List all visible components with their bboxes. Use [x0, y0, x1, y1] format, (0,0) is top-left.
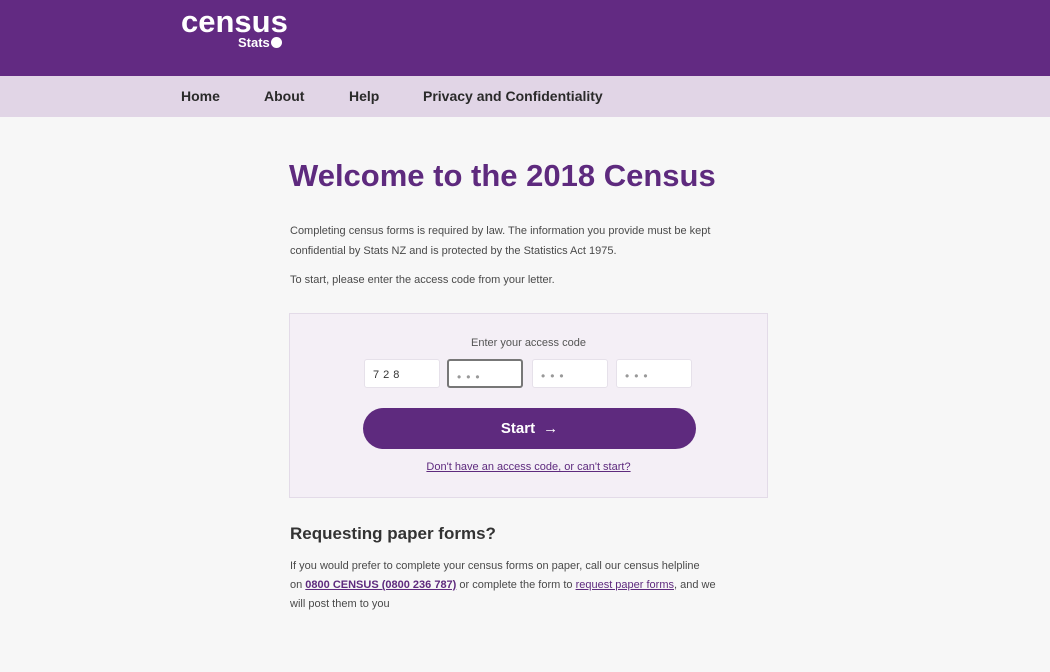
- intro-text-line-1: Completing census forms is required by l…: [290, 225, 711, 237]
- logo-text: census: [181, 4, 288, 39]
- helpline-phone-link[interactable]: 0800 CENSUS (0800 236 787): [305, 579, 456, 591]
- paper-text-line-2: on 0800 CENSUS (0800 236 787) or complet…: [290, 579, 716, 591]
- nav-help[interactable]: Help: [349, 88, 379, 104]
- intro-text-line-2: confidential by Stats NZ and is protecte…: [290, 245, 617, 257]
- paper-forms-heading: Requesting paper forms?: [290, 524, 496, 543]
- nav-home[interactable]: Home: [181, 88, 220, 104]
- nav-about[interactable]: About: [264, 88, 304, 104]
- access-code-field-1[interactable]: 728: [364, 359, 440, 388]
- stats-nz-badge-icon: [270, 37, 282, 48]
- page-title: Welcome to the 2018 Census: [289, 158, 716, 193]
- arrow-right-icon: →: [543, 420, 559, 437]
- site-header: census Stats: [0, 0, 1050, 76]
- logo-subtext: Stats: [238, 36, 282, 50]
- paper-text-line-3: will post them to you: [290, 598, 390, 610]
- access-code-label: Enter your access code: [471, 337, 586, 349]
- access-code-card: Enter your access code 728 ••• ••• ••• S…: [289, 313, 768, 498]
- census-logo[interactable]: census Stats: [181, 4, 288, 50]
- access-code-field-2[interactable]: •••: [447, 359, 523, 388]
- request-paper-forms-link[interactable]: request paper forms: [576, 579, 674, 591]
- start-button-label: Start: [500, 420, 536, 437]
- main-nav: Home About Help Privacy and Confidential…: [0, 76, 1050, 117]
- access-code-field-4[interactable]: •••: [616, 359, 692, 388]
- paper-text-line-1: If you would prefer to complete your cen…: [290, 560, 700, 572]
- access-code-field-3[interactable]: •••: [532, 359, 608, 388]
- instruction-text: To start, please enter the access code f…: [290, 274, 555, 286]
- no-access-code-link[interactable]: Don't have an access code, or can't star…: [290, 461, 767, 473]
- start-button[interactable]: Start →: [363, 408, 696, 449]
- nav-privacy[interactable]: Privacy and Confidentiality: [423, 88, 603, 104]
